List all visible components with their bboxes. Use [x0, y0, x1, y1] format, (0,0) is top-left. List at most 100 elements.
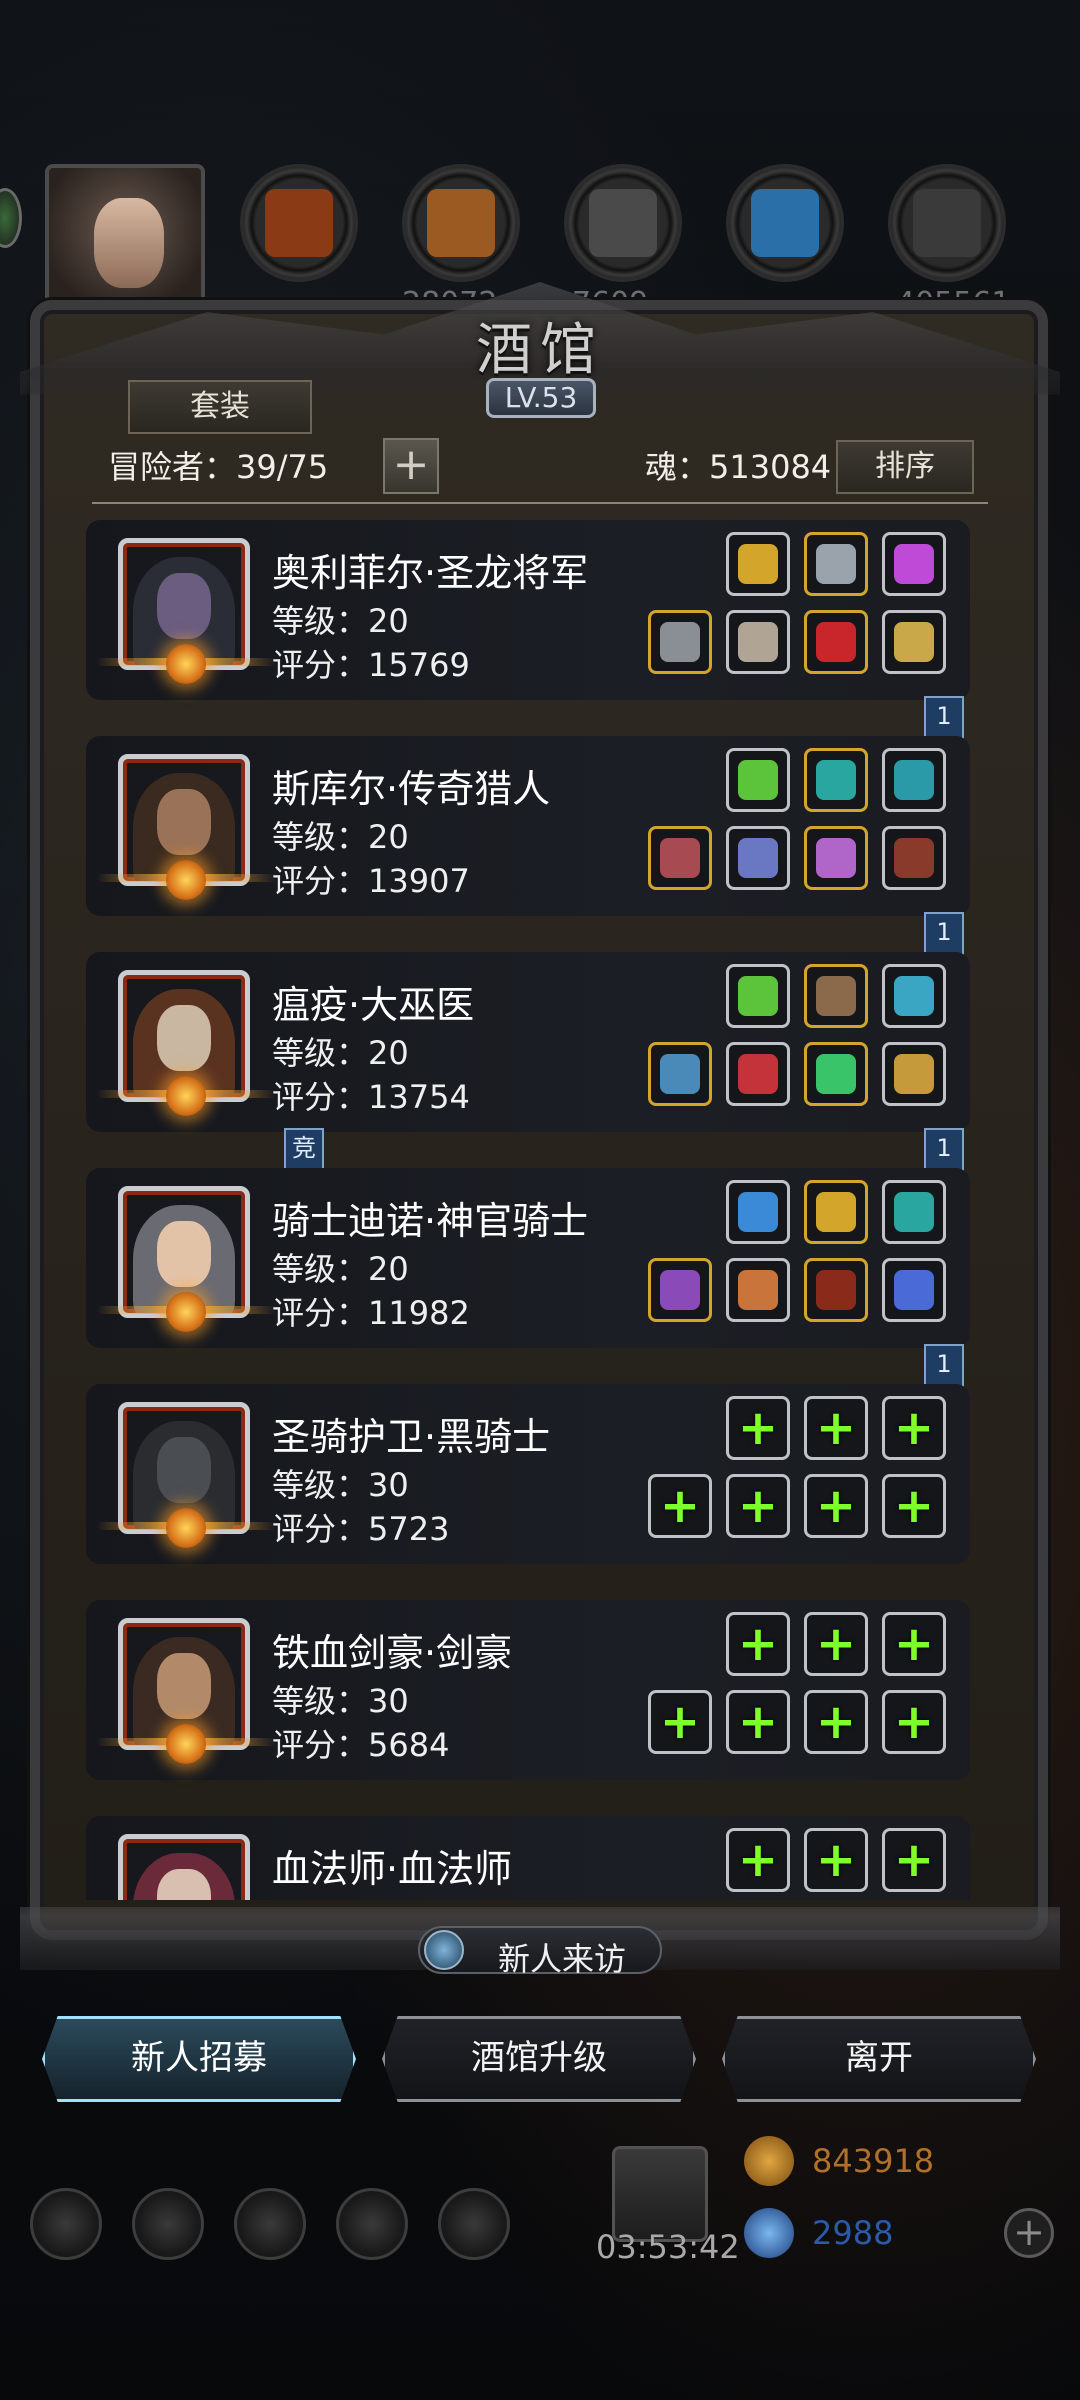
equipment-item-icon: [660, 838, 700, 878]
equipment-slot[interactable]: [804, 610, 868, 674]
soul-count: 魂：513084: [645, 448, 832, 486]
recruit-button[interactable]: 新人招募: [42, 2016, 356, 2102]
sort-button[interactable]: 排序: [836, 440, 974, 494]
upgrade-tavern-button[interactable]: 酒馆升级: [382, 2016, 696, 2102]
equipment-slot[interactable]: [804, 1180, 868, 1244]
mail-icon[interactable]: [336, 2188, 408, 2260]
hero-card[interactable]: 斯库尔·传奇猎人 等级：20 评分：13907: [86, 736, 970, 916]
equipment-slot[interactable]: [804, 1042, 868, 1106]
add-equipment-icon: +: [815, 1400, 857, 1456]
hero-name: 血法师·血法师: [272, 1847, 513, 1891]
hero-card[interactable]: 铁血剑豪·剑豪 等级：30 评分：5684 + + + + + + +: [86, 1600, 970, 1780]
hero-level: 等级：30: [272, 1466, 409, 1504]
equipment-slot[interactable]: [882, 532, 946, 596]
settings-gear-icon[interactable]: [30, 2188, 102, 2260]
steel-ingot-resource-icon[interactable]: [888, 164, 1006, 282]
empty-equipment-slot[interactable]: +: [804, 1690, 868, 1754]
equipment-item-icon: [816, 976, 856, 1016]
equipment-slot[interactable]: [804, 964, 868, 1028]
empty-equipment-slot[interactable]: +: [804, 1474, 868, 1538]
shop-icon[interactable]: [438, 2188, 510, 2260]
hero-list[interactable]: 奥利菲尔·圣龙将军 等级：20 评分：15769 1 斯库尔·传奇猎人 等级：20 评分：1…: [86, 520, 986, 1900]
equipment-slot[interactable]: [804, 826, 868, 890]
hero-card[interactable]: 瘟疫·大巫医 等级：20 评分：13754: [86, 952, 970, 1132]
equipment-item-icon: [816, 622, 856, 662]
empty-equipment-slot[interactable]: +: [882, 1690, 946, 1754]
equipment-slot[interactable]: [882, 1258, 946, 1322]
equipment-slot[interactable]: [726, 1042, 790, 1106]
empty-equipment-slot[interactable]: +: [804, 1396, 868, 1460]
equipment-slot[interactable]: [882, 826, 946, 890]
empty-equipment-slot[interactable]: +: [726, 1690, 790, 1754]
empty-equipment-slot[interactable]: +: [882, 1828, 946, 1892]
hero-card[interactable]: 圣骑护卫·黑骑士 等级：30 评分：5723 + + + + + + +: [86, 1384, 970, 1564]
achievement-star-icon[interactable]: [132, 2188, 204, 2260]
equipment-slot[interactable]: [726, 1180, 790, 1244]
equipment-slot[interactable]: [726, 826, 790, 890]
crystal-resource-icon[interactable]: [726, 164, 844, 282]
equipment-slot[interactable]: [726, 748, 790, 812]
equipment-item-icon: [660, 1054, 700, 1094]
equipment-slot[interactable]: [726, 1258, 790, 1322]
add-currency-button[interactable]: +: [1004, 2208, 1054, 2258]
add-equipment-icon: +: [815, 1478, 857, 1534]
tavern-level-badge: LV.53: [486, 378, 596, 418]
equipment-slot[interactable]: [726, 610, 790, 674]
iron-ingot-resource-icon[interactable]: [564, 164, 682, 282]
hero-score: 评分：11982: [272, 1294, 470, 1332]
equipment-slot[interactable]: [882, 748, 946, 812]
star-emblem-icon: [166, 1724, 206, 1764]
equipment-item-icon: [738, 838, 778, 878]
star-emblem-icon: [166, 1076, 206, 1116]
empty-equipment-slot[interactable]: +: [882, 1612, 946, 1676]
equipment-slot[interactable]: [882, 610, 946, 674]
equipment-slot[interactable]: [648, 826, 712, 890]
map-icon[interactable]: [234, 2188, 306, 2260]
empty-equipment-slot[interactable]: +: [726, 1612, 790, 1676]
empty-equipment-slot[interactable]: +: [804, 1828, 868, 1892]
hero-card[interactable]: 骑士迪诺·神官骑士 等级：20 评分：11982: [86, 1168, 970, 1348]
hero-portrait[interactable]: [118, 1834, 250, 1900]
empty-equipment-slot[interactable]: +: [882, 1396, 946, 1460]
equipment-slot[interactable]: [648, 1258, 712, 1322]
hero-level: 等级：30: [272, 1682, 409, 1720]
equipment-item-icon: [816, 1270, 856, 1310]
set-button[interactable]: 套装: [128, 380, 312, 434]
equipment-item-icon: [738, 622, 778, 662]
hero-card[interactable]: 奥利菲尔·圣龙将军 等级：20 评分：15769: [86, 520, 970, 700]
hero-level: 等级：20: [272, 818, 409, 856]
add-slot-button[interactable]: +: [383, 438, 439, 494]
equipment-slot[interactable]: [804, 532, 868, 596]
compass-icon: [424, 1930, 464, 1970]
gold-coin-icon: [744, 2136, 794, 2186]
empty-equipment-slot[interactable]: +: [648, 1474, 712, 1538]
equipment-slot[interactable]: [726, 532, 790, 596]
new-visitor-button[interactable]: 新人来访: [418, 1926, 662, 1978]
empty-equipment-slot[interactable]: +: [726, 1396, 790, 1460]
side-menu-icon[interactable]: [0, 188, 22, 248]
empty-equipment-slot[interactable]: +: [726, 1828, 790, 1892]
hero-score: 评分：13754: [272, 1078, 470, 1116]
empty-equipment-slot[interactable]: +: [882, 1474, 946, 1538]
add-equipment-icon: +: [737, 1616, 779, 1672]
equipment-slot[interactable]: [726, 964, 790, 1028]
equipment-slot[interactable]: [882, 964, 946, 1028]
empty-equipment-slot[interactable]: +: [804, 1612, 868, 1676]
equipment-slot[interactable]: [804, 748, 868, 812]
leather-resource-icon[interactable]: [240, 164, 358, 282]
equipment-item-icon: [738, 760, 778, 800]
wood-resource-icon[interactable]: [402, 164, 520, 282]
hero-level: 等级：30: [272, 1892, 409, 1900]
hero-card[interactable]: 血法师·血法师等级：30+++++++: [86, 1816, 970, 1900]
equipment-slot[interactable]: [882, 1180, 946, 1244]
leave-button[interactable]: 离开: [722, 2016, 1036, 2102]
equipment-slot[interactable]: [804, 1258, 868, 1322]
empty-equipment-slot[interactable]: +: [726, 1474, 790, 1538]
equipment-slot[interactable]: [648, 1042, 712, 1106]
equipment-slot[interactable]: [648, 610, 712, 674]
equipment-slot[interactable]: [882, 1042, 946, 1106]
star-emblem-icon: [166, 860, 206, 900]
empty-equipment-slot[interactable]: +: [648, 1690, 712, 1754]
hero-level: 等级：20: [272, 1034, 409, 1072]
hero-score: 评分：5723: [272, 1510, 450, 1548]
